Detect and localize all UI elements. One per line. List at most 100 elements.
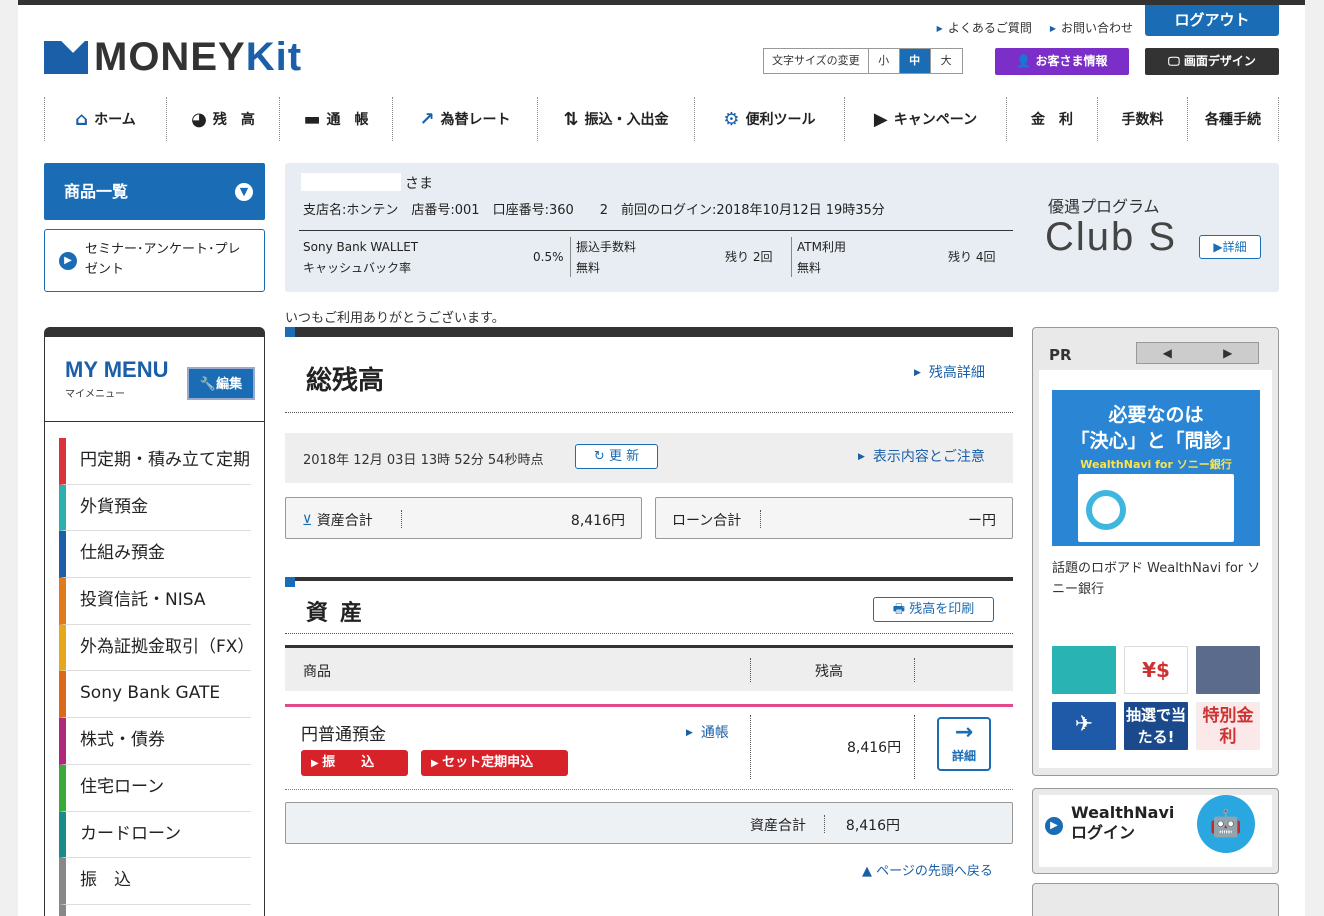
wealthnavi-login-box[interactable]: ▶ WealthNavi ログイン 🤖	[1032, 788, 1279, 874]
thanks-message: いつもご利用ありがとうございます。	[285, 311, 505, 326]
pr-caption[interactable]: 話題のロボアド WealthNavi for ソニー銀行	[1052, 558, 1262, 600]
faq-link[interactable]: よくあるご質問	[937, 19, 1032, 36]
thumb-flag[interactable]	[1196, 646, 1260, 694]
menu-item-sony-bank-gate[interactable]: Sony Bank GATE	[59, 671, 251, 719]
transfer-fee: 振込手数料 無料	[576, 240, 637, 275]
exchange-chart-icon: ↗	[419, 108, 435, 130]
nav-interest[interactable]: 金 利	[1006, 97, 1097, 141]
section-bar	[285, 327, 1013, 337]
logo-mark-icon[interactable]	[44, 41, 88, 74]
font-size-small[interactable]: 小	[869, 49, 900, 73]
font-size-label: 文字サイズの変更	[764, 49, 869, 73]
menu-item-foreign-deposit[interactable]: 外貨預金	[59, 484, 251, 532]
nav-tools[interactable]: ⚙ 便利ツール	[694, 97, 844, 141]
refresh-icon: ↻	[593, 449, 609, 464]
my-menu-list: 円定期・積み立て定期 外貨預金 仕組み預金 投資信託・NISA 外為証拠金取引（…	[45, 422, 264, 916]
nav-campaign[interactable]: ▶ キャンペーン	[844, 97, 1006, 141]
divider	[914, 715, 915, 779]
menu-item-fx[interactable]: 外為証拠金取引（FX）	[59, 624, 254, 672]
refresh-button[interactable]: ↻ 更 新	[575, 444, 658, 469]
nav-transfer[interactable]: ⇅ 振込・入出金	[537, 97, 694, 141]
balance-detail-link[interactable]: 残高詳細	[914, 362, 985, 382]
pr-carousel-controls: ◀ ▶	[1136, 342, 1259, 364]
nav-passbook[interactable]: ▬ 通 帳	[279, 97, 392, 141]
wealthnavi-banner[interactable]: 必要なのは 「決心」と「問診」 WealthNavi for ソニー銀行	[1052, 390, 1260, 546]
banner-headline: 必要なのは 「決心」と「問診」	[1070, 404, 1242, 452]
chevron-right-icon: ▶	[59, 252, 77, 270]
menu-item-structured-deposit[interactable]: 仕組み預金	[59, 531, 251, 579]
loan-total-box: ローン合計 ー円	[655, 497, 1013, 539]
nav-fees[interactable]: 手数料	[1097, 97, 1187, 141]
divider	[299, 230, 1013, 231]
menu-item-investment-trust[interactable]: 投資信託・NISA	[59, 578, 251, 625]
next-promo-box	[1032, 883, 1279, 916]
thumb-currency[interactable]: ¥$	[1124, 646, 1188, 694]
notice-link[interactable]: 表示内容とご注意	[858, 446, 985, 466]
row-bottom-border	[285, 789, 1013, 790]
contact-link[interactable]: お問い合わせ	[1050, 19, 1133, 36]
product-list-button[interactable]: 商品一覧 ▼	[44, 163, 265, 220]
menu-item-more[interactable]	[59, 904, 251, 916]
timestamp: 2018年 12月 03日 13時 52分 54秒時点	[303, 453, 544, 468]
club-s-logo[interactable]: Club S	[1045, 215, 1177, 260]
arrow-up-icon: ▲	[862, 864, 877, 879]
divider	[750, 715, 751, 779]
nav-procedures[interactable]: 各種手続	[1187, 97, 1279, 141]
edit-button[interactable]: 🔧編集	[187, 367, 255, 400]
font-size-switcher: 文字サイズの変更 小 中 大	[763, 48, 963, 74]
customer-info-button[interactable]: 👤 お客さま情報	[995, 48, 1129, 75]
club-s-detail-button[interactable]: ▶詳細	[1199, 235, 1261, 259]
logout-button[interactable]: ログアウト	[1145, 5, 1279, 36]
menu-item-transfer[interactable]: 振 込	[59, 858, 251, 905]
menu-item-card-loan[interactable]: カードローン	[59, 811, 251, 859]
home-icon: ⌂	[75, 108, 89, 130]
transfer-button[interactable]: 振 込	[301, 750, 408, 776]
chevron-down-icon: ▼	[235, 183, 253, 201]
person-icon: 👤	[1016, 54, 1036, 68]
program-label: 優遇プログラム	[1048, 197, 1160, 216]
thumb-paper-plane-icon[interactable]: ✈	[1052, 702, 1116, 750]
screen-design-button[interactable]: 🖵 画面デザイン	[1145, 48, 1279, 75]
total-balance-title: 総残高	[306, 366, 385, 396]
row-detail-button[interactable]: → 詳細	[937, 717, 991, 771]
assets-total-value: 8,416円	[845, 818, 900, 834]
font-size-large[interactable]: 大	[931, 49, 962, 73]
arrow-right-icon: →	[954, 720, 974, 745]
assets-title: 資産	[306, 601, 375, 626]
seminar-link[interactable]: ▶ セミナー･アンケート･プレゼント	[44, 229, 265, 292]
nav-home[interactable]: ⌂ ホーム	[44, 97, 166, 141]
thumb-special-rate[interactable]: 特別金利	[1196, 702, 1260, 750]
thumb-lottery[interactable]: 抽選で当たる!	[1124, 702, 1188, 750]
gear-icon: ⚙	[723, 108, 740, 130]
thumb-wealthnavi[interactable]	[1052, 646, 1116, 694]
asset-total-label: ⊻ 資産合計	[302, 513, 373, 529]
customer-name: さま	[301, 173, 433, 193]
global-nav: ⌂ ホーム ◕ 残 高 ▬ 通 帳 ↗ 為替レート ⇅ 振込・入出金 ⚙ 便利ツール ▶ キャ…	[44, 97, 1279, 141]
next-arrow-icon[interactable]: ▶	[1198, 343, 1259, 363]
divider	[914, 658, 915, 682]
welcome-panel: さま 支店名:ホンテン 店番号:001 口座番号:360 2 前回のログイン:2…	[285, 163, 1279, 292]
prev-arrow-icon[interactable]: ◀	[1137, 343, 1198, 363]
font-size-medium[interactable]: 中	[899, 49, 931, 73]
print-balance-button[interactable]: 🖶 残高を印刷	[873, 597, 994, 622]
product-list-label: 商品一覧	[64, 182, 129, 201]
nav-balance[interactable]: ◕ 残 高	[166, 97, 279, 141]
asset-total-box[interactable]: ⊻ 資産合計 8,416円	[285, 497, 642, 539]
page-top-link[interactable]: ▲ ページの先頭へ戻る	[862, 860, 993, 879]
set-fixed-deposit-button[interactable]: セット定期申込	[421, 750, 568, 776]
divider	[285, 633, 1013, 634]
masked-name	[301, 173, 401, 191]
menu-item-stocks-bonds[interactable]: 株式・債券	[59, 718, 251, 765]
seminar-label: セミナー･アンケート･プレゼント	[85, 242, 241, 277]
menu-item-housing-loan[interactable]: 住宅ローン	[59, 764, 251, 812]
wealthnavi-login-label: WealthNavi ログイン	[1071, 803, 1175, 842]
wrench-icon: 🔧	[199, 377, 217, 392]
passbook-link[interactable]: 通帳	[686, 722, 729, 742]
assets-total-bar: 資産合計 8,416円	[285, 802, 1013, 844]
menu-item-yen-fixed[interactable]: 円定期・積み立て定期	[59, 438, 251, 485]
asset-total-value: 8,416円	[570, 513, 625, 529]
assets-table-header: 商品 残高	[285, 645, 1013, 691]
logo[interactable]: MONEYKit	[94, 35, 302, 80]
nav-exchange-rate[interactable]: ↗ 為替レート	[392, 97, 537, 141]
monitor-icon: 🖵	[1168, 54, 1184, 68]
